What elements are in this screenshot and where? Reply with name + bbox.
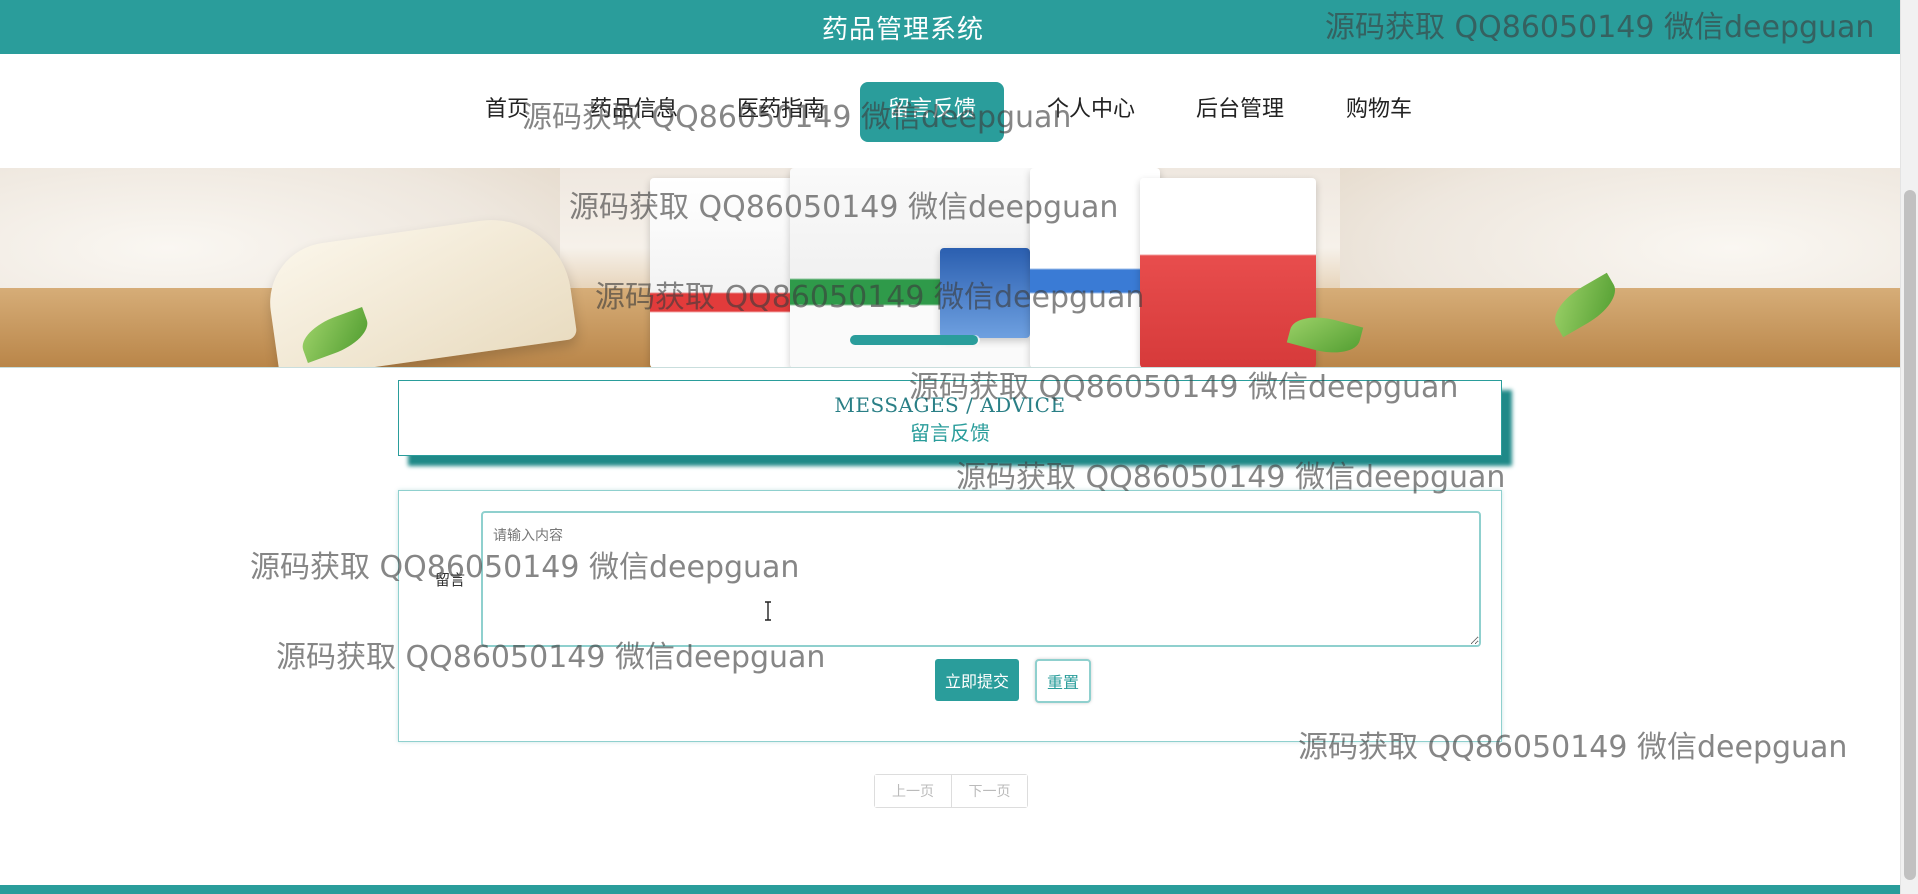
section-title-cn: 留言反馈 xyxy=(910,421,990,445)
carousel-indicator[interactable] xyxy=(850,335,980,345)
nav-item-personal-center[interactable]: 个人中心 xyxy=(1047,82,1135,142)
page-scrollbar[interactable] xyxy=(1900,0,1918,894)
nav-item-home[interactable]: 首页 xyxy=(485,82,529,142)
footer-bar xyxy=(0,885,1900,894)
next-page-button[interactable]: 下一页 xyxy=(951,775,1027,807)
main-nav: 首页 药品信息 医药指南 留言反馈 个人中心 后台管理 购物车 xyxy=(0,54,1900,168)
section-title-en: MESSAGES / ADVICE xyxy=(834,393,1066,417)
message-label: 留言 xyxy=(435,571,466,589)
app-title: 药品管理系统 xyxy=(821,14,984,45)
top-header: 药品管理系统 xyxy=(0,0,1900,54)
banner-medicine-box xyxy=(650,178,800,367)
submit-button[interactable]: 立即提交 xyxy=(935,659,1019,701)
nav-item-drug-info[interactable]: 药品信息 xyxy=(590,82,678,142)
nav-item-medical-guide[interactable]: 医药指南 xyxy=(737,82,825,142)
banner-medicine-box xyxy=(940,248,1030,338)
message-textarea[interactable] xyxy=(481,511,1481,647)
nav-item-cart[interactable]: 购物车 xyxy=(1346,82,1412,142)
carousel-indicator-active[interactable] xyxy=(850,335,978,345)
page: 药品管理系统 首页 药品信息 医药指南 留言反馈 个人中心 后台管理 购物车 M… xyxy=(0,0,1918,894)
nav-item-feedback[interactable]: 留言反馈 xyxy=(860,82,1005,142)
nav-item-admin[interactable]: 后台管理 xyxy=(1196,82,1284,142)
scrollbar-thumb[interactable] xyxy=(1904,190,1916,880)
pagination: 上一页 下一页 xyxy=(874,774,1028,808)
banner-carousel[interactable] xyxy=(0,168,1900,368)
feedback-form: 留言 立即提交 重置 xyxy=(398,490,1502,742)
prev-page-button[interactable]: 上一页 xyxy=(875,775,951,807)
section-header: MESSAGES / ADVICE 留言反馈 xyxy=(398,380,1502,456)
reset-button[interactable]: 重置 xyxy=(1035,659,1091,703)
text-cursor-icon xyxy=(765,601,771,621)
